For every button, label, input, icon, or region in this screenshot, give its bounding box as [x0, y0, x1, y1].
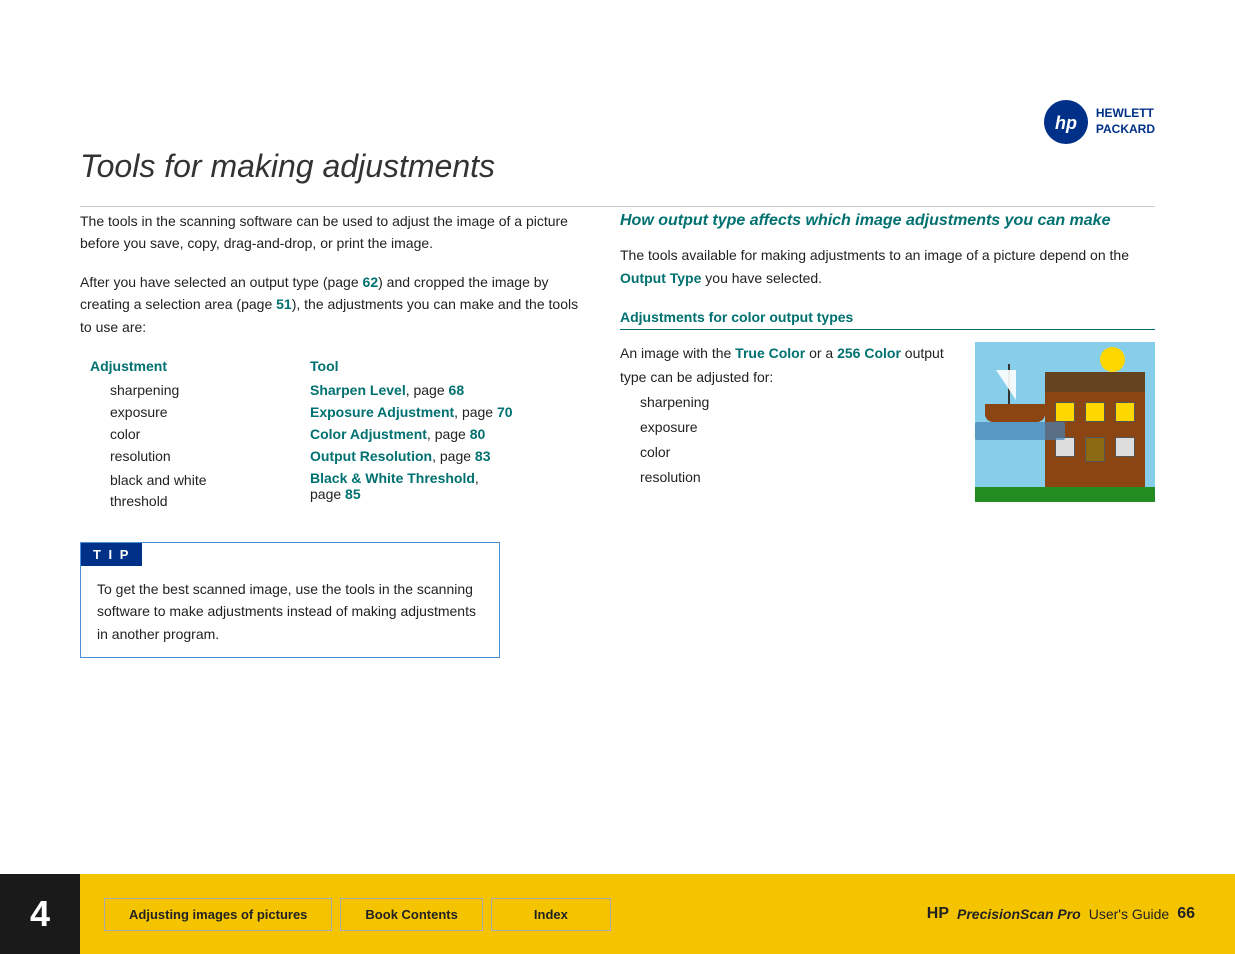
boat-sail — [996, 370, 1016, 400]
ground — [975, 487, 1155, 502]
footer: 4 Adjusting images of pictures Book Cont… — [0, 874, 1235, 954]
adj-tool-bw: Black & White Threshold,page 85 — [310, 470, 479, 502]
hp-logo-icon: hp — [1044, 100, 1088, 144]
table-header: Adjustment Tool — [90, 358, 580, 374]
color-page-link[interactable]: 80 — [470, 426, 486, 442]
building-window — [1055, 402, 1075, 422]
building-illustration — [1045, 392, 1145, 502]
footer-guide-label: User's Guide — [1089, 906, 1169, 922]
adj-tool-sharpening: Sharpen Level, page 68 — [310, 382, 464, 398]
building-window — [1115, 402, 1135, 422]
footer-product: PrecisionScan Pro — [957, 906, 1081, 922]
color-section-title: Adjustments for color output types — [620, 309, 1155, 330]
resolution-page-link[interactable]: 83 — [475, 448, 491, 464]
adj-tool-resolution: Output Resolution, page 83 — [310, 448, 491, 464]
table-row: black and whitethreshold Black & White T… — [90, 470, 580, 512]
hp-company-name: HEWLETT PACKARD — [1096, 106, 1155, 137]
building-window — [1085, 437, 1105, 462]
adj-name-bw: black and whitethreshold — [90, 470, 230, 512]
chapter-number: 4 — [0, 874, 80, 954]
left-column: The tools in the scanning software can b… — [80, 210, 580, 834]
footer-brand: HP — [927, 905, 949, 923]
list-item: color — [640, 440, 955, 465]
adj-tool-color: Color Adjustment, page 80 — [310, 426, 485, 442]
intro-para1: The tools in the scanning software can b… — [80, 210, 580, 255]
table-row: sharpening Sharpen Level, page 68 — [90, 382, 580, 398]
col-tool-header: Tool — [310, 358, 339, 374]
building-window — [1085, 402, 1105, 422]
tip-content: To get the best scanned image, use the t… — [81, 566, 499, 657]
adj-name-resolution: resolution — [90, 448, 230, 464]
hp-logo: hp HEWLETT PACKARD — [1044, 100, 1155, 144]
adj-tool-exposure: Exposure Adjustment, page 70 — [310, 404, 513, 420]
resolution-link[interactable]: Output Resolution — [310, 448, 432, 464]
tip-header: T I P — [81, 543, 142, 566]
color-section-text: An image with the True Color or a 256 Co… — [620, 342, 955, 490]
nav-item-book-contents[interactable]: Book Contents — [340, 898, 482, 931]
color-link[interactable]: Color Adjustment — [310, 426, 427, 442]
list-item: sharpening — [640, 390, 955, 415]
bw-page-link[interactable]: 85 — [345, 486, 361, 502]
tip-box: T I P To get the best scanned image, use… — [80, 542, 500, 658]
link-page51[interactable]: 51 — [276, 296, 292, 312]
boat-hull — [985, 404, 1045, 422]
color-intro: An image with the True Color or a 256 Co… — [620, 342, 955, 390]
true-color-link[interactable]: True Color — [735, 345, 805, 361]
page-title: Tools for making adjustments — [80, 148, 1155, 185]
illustration-inner — [975, 342, 1155, 502]
building-roof — [1045, 372, 1145, 392]
adj-name-exposure: exposure — [90, 404, 230, 420]
output-type-link[interactable]: Output Type — [620, 270, 701, 286]
sharpen-link[interactable]: Sharpen Level — [310, 382, 406, 398]
footer-nav: Adjusting images of pictures Book Conten… — [80, 898, 927, 931]
list-item: resolution — [640, 465, 955, 490]
adjustment-table: Adjustment Tool sharpening Sharpen Level… — [90, 358, 580, 512]
link-page62[interactable]: 62 — [363, 274, 379, 290]
title-divider — [80, 206, 1155, 207]
footer-page-number: 66 — [1177, 905, 1195, 923]
illustration — [975, 342, 1155, 502]
nav-item-index[interactable]: Index — [491, 898, 611, 931]
water — [975, 422, 1065, 440]
exposure-link[interactable]: Exposure Adjustment — [310, 404, 454, 420]
svg-text:hp: hp — [1055, 113, 1077, 133]
color-section-content: An image with the True Color or a 256 Co… — [620, 342, 1155, 502]
sharpen-page-link[interactable]: 68 — [449, 382, 465, 398]
table-row: resolution Output Resolution, page 83 — [90, 448, 580, 464]
col-adjustment-header: Adjustment — [90, 358, 230, 374]
adj-name-color: color — [90, 426, 230, 442]
content-area: The tools in the scanning software can b… — [80, 210, 1155, 834]
footer-page-info: HP PrecisionScan Pro User's Guide 66 — [927, 905, 1235, 923]
256-color-link[interactable]: 256 Color — [837, 345, 901, 361]
right-column: How output type affects which image adju… — [620, 210, 1155, 834]
table-row: color Color Adjustment, page 80 — [90, 426, 580, 442]
table-row: exposure Exposure Adjustment, page 70 — [90, 404, 580, 420]
page-container: hp HEWLETT PACKARD Tools for making adju… — [0, 0, 1235, 954]
bw-link[interactable]: Black & White Threshold — [310, 470, 475, 486]
adj-name-sharpening: sharpening — [90, 382, 230, 398]
right-section-title: How output type affects which image adju… — [620, 210, 1155, 232]
exposure-page-link[interactable]: 70 — [497, 404, 513, 420]
building-window — [1055, 437, 1075, 457]
right-intro: The tools available for making adjustmen… — [620, 244, 1155, 289]
color-adjustments-list: sharpening exposure color resolution — [640, 390, 955, 491]
nav-item-adjusting[interactable]: Adjusting images of pictures — [104, 898, 332, 931]
list-item: exposure — [640, 415, 955, 440]
building-window — [1115, 437, 1135, 457]
intro-para2: After you have selected an output type (… — [80, 271, 580, 338]
sun-icon — [1100, 347, 1125, 372]
